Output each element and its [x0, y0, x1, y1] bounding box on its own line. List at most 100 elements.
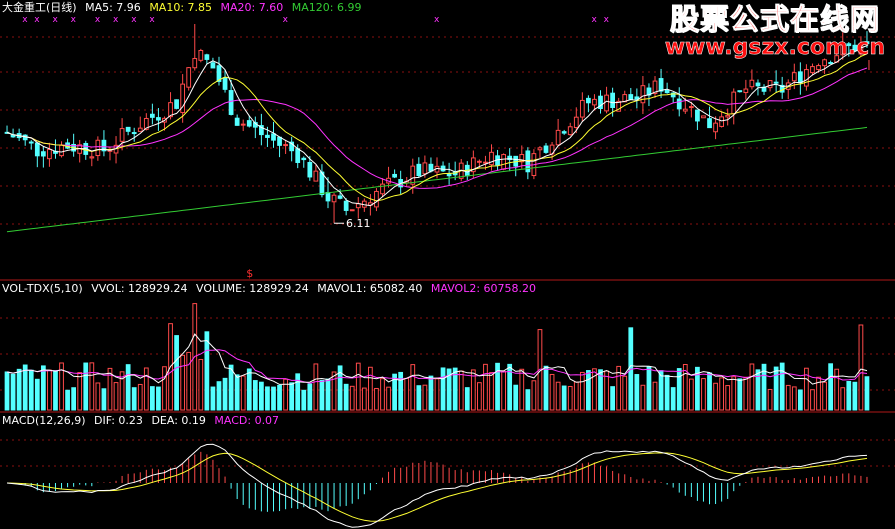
candle-body	[174, 99, 179, 109]
mavol1-value: MAVOL1: 65082.40	[317, 282, 423, 295]
volume-bar	[65, 389, 70, 411]
candle-body	[119, 128, 125, 142]
candle-body	[222, 77, 228, 90]
dif-line	[6, 443, 868, 528]
volume-bar	[95, 382, 101, 411]
candle-body	[210, 62, 216, 69]
volume-bar	[586, 370, 591, 411]
signal-mark: x	[95, 15, 101, 25]
volume-bar	[101, 388, 107, 411]
candle-body	[586, 97, 591, 104]
candle-body	[676, 98, 682, 110]
stock-chart[interactable]: x x x x x x x x x x x x6.11$	[0, 0, 895, 529]
candle-body	[349, 209, 355, 212]
candle-body	[701, 115, 706, 119]
volume-bar	[634, 374, 640, 411]
candle-body	[271, 133, 276, 141]
volume-bar	[828, 363, 834, 411]
candle-body	[719, 116, 725, 127]
candle-body	[725, 114, 731, 118]
candle-body	[343, 200, 349, 211]
volume-bar	[252, 380, 258, 411]
volume-bar	[791, 386, 797, 411]
candle-body	[131, 132, 137, 135]
signal-mark: x	[22, 15, 28, 25]
volume-bar	[113, 382, 119, 411]
volume-bar	[864, 376, 870, 411]
candle-body	[283, 144, 288, 147]
candle-body	[731, 91, 737, 115]
volume-bar	[374, 387, 379, 411]
candle-body	[640, 85, 646, 104]
volume-bar	[458, 370, 464, 411]
volume-bar	[186, 351, 192, 411]
dea-value: DEA: 0.19	[151, 414, 206, 427]
volume-bar	[525, 389, 531, 411]
candle-body	[707, 118, 712, 129]
volume-bar	[483, 363, 488, 411]
volume-bar	[53, 370, 58, 411]
macd-value: MACD: 0.07	[214, 414, 280, 427]
candle-body	[573, 116, 579, 129]
volume-bar	[852, 381, 858, 411]
candle-body	[440, 165, 446, 172]
dif-value: DIF: 0.23	[94, 414, 143, 427]
volume-bar	[464, 387, 470, 411]
candle-body	[483, 161, 488, 164]
candle-body	[579, 99, 585, 118]
candle-body	[749, 79, 755, 88]
candle-body	[428, 163, 434, 172]
candle-body	[125, 126, 131, 132]
candle-body	[501, 154, 506, 170]
volume-panel-header: VOL-TDX(5,10) VVOL: 128929.24 VOLUME: 12…	[2, 282, 541, 296]
volume-bar	[204, 331, 210, 411]
volume-bar	[259, 381, 264, 411]
signal-mark: x	[71, 15, 77, 25]
volume-bar	[125, 364, 131, 411]
volume-bar	[71, 387, 77, 411]
volume-bar	[325, 378, 331, 411]
candle-body	[59, 144, 64, 157]
candle-body	[307, 161, 313, 178]
volume-bar	[210, 386, 216, 411]
mavol1-line	[6, 333, 868, 385]
volume-value: VOLUME: 128929.24	[196, 282, 309, 295]
candle-body	[664, 89, 670, 94]
volume-bar	[410, 364, 416, 411]
candle-body	[156, 117, 161, 121]
volume-bar	[719, 377, 725, 411]
candle-body	[34, 142, 40, 157]
candle-body	[797, 71, 803, 84]
volume-bar	[47, 369, 52, 411]
volume-bar	[785, 384, 791, 411]
volume-bar	[198, 358, 204, 411]
volume-bar	[822, 381, 827, 411]
volume-bar	[28, 369, 34, 411]
candle-body	[149, 113, 155, 118]
volume-bar	[246, 368, 252, 411]
macd-indicator-name: MACD(12,26,9)	[2, 414, 86, 427]
candle-body	[628, 94, 634, 100]
volume-bar	[277, 384, 282, 411]
volume-bar	[737, 378, 743, 411]
candle-body	[561, 131, 567, 134]
candle-body	[743, 88, 749, 94]
candle-body	[295, 148, 301, 163]
stock-title: 大金重工(日线)	[2, 1, 77, 14]
price-panel-header: 大金重工(日线) MA5: 7.96 MA10: 7.85 MA20: 7.60…	[2, 1, 366, 15]
volume-bar	[271, 386, 276, 411]
volume-bar	[289, 382, 295, 411]
candle-body	[422, 162, 428, 175]
candle-body	[234, 117, 240, 126]
volume-bar	[658, 370, 664, 411]
candle-body	[755, 82, 761, 87]
volume-bar	[361, 387, 367, 411]
candle-body	[28, 141, 34, 144]
volume-bar	[531, 380, 537, 411]
ma120-value: MA120: 6.99	[291, 1, 362, 14]
volume-bar	[240, 375, 246, 411]
volume-bar	[416, 385, 422, 411]
volume-bar	[143, 367, 149, 411]
volume-bar	[834, 368, 840, 411]
volume-bar	[222, 377, 228, 411]
